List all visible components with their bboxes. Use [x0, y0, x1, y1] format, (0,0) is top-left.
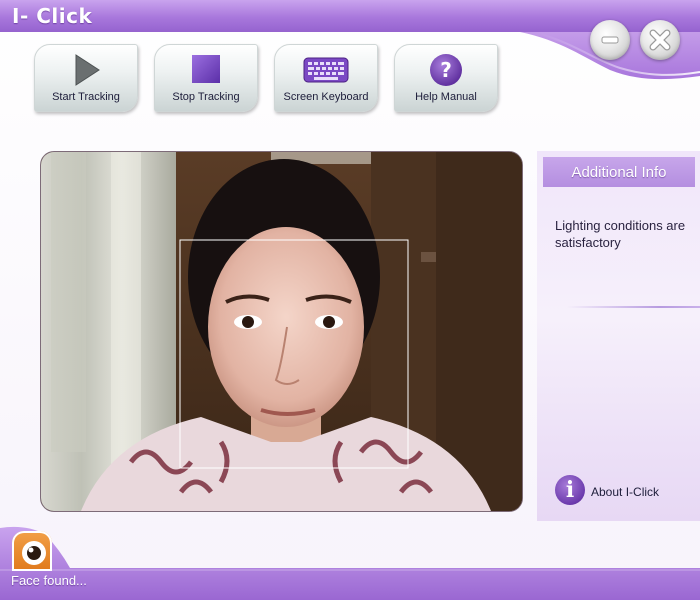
eye-icon	[22, 541, 46, 565]
additional-info-header: Additional Info	[543, 157, 695, 187]
play-icon	[75, 54, 100, 86]
minimize-icon	[601, 36, 619, 44]
start-tracking-button[interactable]: Start Tracking	[34, 44, 138, 112]
screen-keyboard-button[interactable]: Screen Keyboard	[274, 44, 378, 112]
status-tab	[12, 531, 52, 571]
additional-info-panel: Additional Info Lighting conditions are …	[537, 151, 700, 521]
screen-keyboard-label: Screen Keyboard	[283, 91, 369, 103]
start-tracking-label: Start Tracking	[52, 91, 120, 103]
stop-icon	[192, 55, 220, 83]
svg-text:?: ?	[440, 58, 452, 82]
panel-divider	[567, 306, 700, 308]
camera-feed	[40, 151, 523, 512]
additional-info-title: Additional Info	[571, 164, 667, 181]
close-button[interactable]	[640, 20, 680, 60]
window-title: I- Click	[12, 4, 93, 28]
help-manual-label: Help Manual	[415, 91, 477, 103]
footer-wave-decoration	[0, 526, 700, 600]
stop-tracking-button[interactable]: Stop Tracking	[154, 44, 258, 112]
app-window: I- Click Start Tracking Stop Tracking Sc…	[0, 0, 700, 600]
lighting-status-message: Lighting conditions are satisfactory	[555, 218, 686, 250]
info-icon: i	[555, 475, 585, 505]
status-text: Face found...	[11, 573, 87, 588]
minimize-button[interactable]	[590, 20, 630, 60]
stop-tracking-label: Stop Tracking	[172, 91, 240, 103]
help-manual-button[interactable]: ? Help Manual	[394, 44, 498, 112]
about-label: About I-Click	[591, 485, 660, 499]
camera-image	[41, 152, 522, 511]
close-icon	[649, 29, 671, 51]
keyboard-icon	[303, 57, 349, 83]
question-icon: ?	[430, 54, 462, 86]
